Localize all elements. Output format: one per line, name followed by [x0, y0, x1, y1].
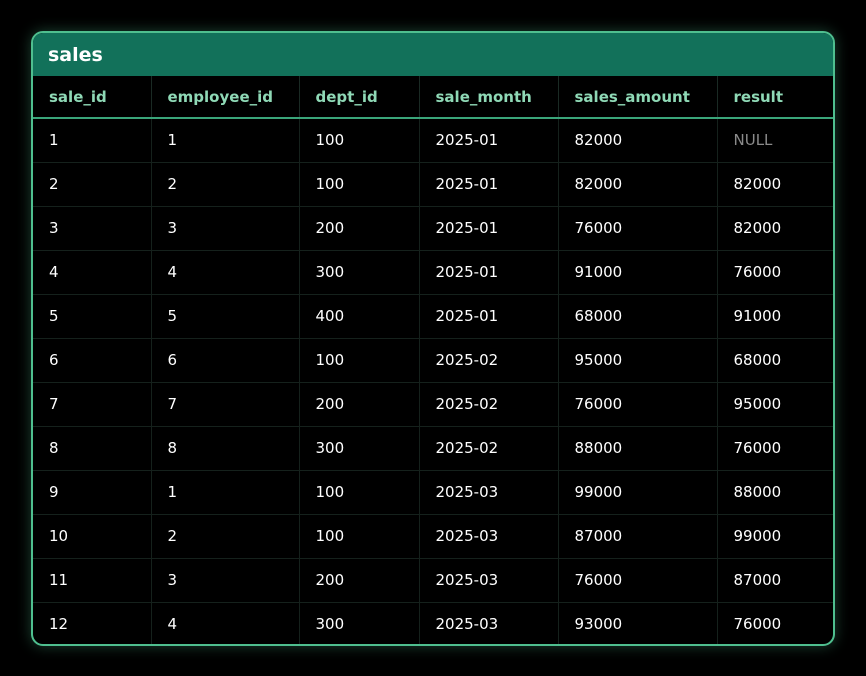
cell-result: 88000 [717, 470, 833, 515]
cell-sale-id: 12 [33, 602, 152, 644]
cell-sales-amount: 76000 [558, 558, 718, 603]
cell-employee-id: 8 [151, 426, 300, 471]
cell-dept-id: 100 [299, 118, 420, 163]
cell-employee-id: 7 [151, 382, 300, 427]
cell-sale-id: 7 [33, 382, 152, 427]
cell-employee-id: 1 [151, 118, 300, 163]
cell-sale-id: 8 [33, 426, 152, 471]
cell-sale-month: 2025-01 [419, 294, 559, 339]
cell-sale-id: 4 [33, 250, 152, 295]
cell-result: 95000 [717, 382, 833, 427]
table-row[interactable]: 10 2 100 2025-03 87000 99000 [33, 514, 833, 559]
cell-sale-month: 2025-01 [419, 206, 559, 251]
cell-result: 82000 [717, 162, 833, 207]
cell-sale-month: 2025-03 [419, 514, 559, 559]
table-row[interactable]: 11 3 200 2025-03 76000 87000 [33, 558, 833, 603]
cell-dept-id: 100 [299, 338, 420, 383]
cell-employee-id: 4 [151, 602, 300, 644]
cell-sales-amount: 93000 [558, 602, 718, 644]
column-header-sale-month[interactable]: sale_month [419, 76, 559, 119]
cell-sale-month: 2025-01 [419, 162, 559, 207]
cell-result: 76000 [717, 250, 833, 295]
cell-dept-id: 200 [299, 382, 420, 427]
table-row[interactable]: 7 7 200 2025-02 76000 95000 [33, 382, 833, 427]
column-header-employee-id[interactable]: employee_id [151, 76, 300, 119]
cell-employee-id: 6 [151, 338, 300, 383]
cell-sale-month: 2025-01 [419, 250, 559, 295]
cell-sale-id: 2 [33, 162, 152, 207]
cell-sale-month: 2025-03 [419, 470, 559, 515]
cell-employee-id: 2 [151, 514, 300, 559]
cell-sales-amount: 68000 [558, 294, 718, 339]
cell-result: 76000 [717, 426, 833, 471]
cell-result: 87000 [717, 558, 833, 603]
cell-employee-id: 3 [151, 206, 300, 251]
table-row[interactable]: 1 1 100 2025-01 82000 NULL [33, 118, 833, 163]
column-header-dept-id[interactable]: dept_id [299, 76, 420, 119]
cell-result: 99000 [717, 514, 833, 559]
table-title: sales [48, 43, 103, 66]
cell-result: 82000 [717, 206, 833, 251]
header-row: sale_id employee_id dept_id sale_month s… [33, 76, 833, 119]
table-row[interactable]: 9 1 100 2025-03 99000 88000 [33, 470, 833, 515]
cell-sale-id: 1 [33, 118, 152, 163]
cell-sales-amount: 76000 [558, 206, 718, 251]
cell-employee-id: 3 [151, 558, 300, 603]
cell-sales-amount: 82000 [558, 118, 718, 163]
cell-sale-month: 2025-02 [419, 382, 559, 427]
cell-employee-id: 4 [151, 250, 300, 295]
cell-sales-amount: 91000 [558, 250, 718, 295]
cell-sales-amount: 87000 [558, 514, 718, 559]
cell-dept-id: 300 [299, 426, 420, 471]
column-header-result[interactable]: result [717, 76, 833, 119]
table-row[interactable]: 3 3 200 2025-01 76000 82000 [33, 206, 833, 251]
cell-employee-id: 2 [151, 162, 300, 207]
column-header-sales-amount[interactable]: sales_amount [558, 76, 718, 119]
cell-sales-amount: 88000 [558, 426, 718, 471]
cell-dept-id: 300 [299, 602, 420, 644]
cell-dept-id: 100 [299, 514, 420, 559]
cell-sale-month: 2025-01 [419, 118, 559, 163]
cell-dept-id: 100 [299, 162, 420, 207]
cell-dept-id: 200 [299, 558, 420, 603]
sales-table: sale_id employee_id dept_id sale_month s… [33, 76, 833, 644]
cell-sale-id: 11 [33, 558, 152, 603]
cell-dept-id: 100 [299, 470, 420, 515]
cell-sales-amount: 99000 [558, 470, 718, 515]
cell-sales-amount: 82000 [558, 162, 718, 207]
cell-sales-amount: 95000 [558, 338, 718, 383]
sales-table-card: sales sale_id employee_id dept_id sale_m… [31, 31, 835, 646]
cell-sale-id: 9 [33, 470, 152, 515]
cell-result: 68000 [717, 338, 833, 383]
table-body: 1 1 100 2025-01 82000 NULL 2 2 100 2025-01 82000 82… [33, 118, 833, 644]
cell-sale-month: 2025-02 [419, 426, 559, 471]
cell-dept-id: 200 [299, 206, 420, 251]
column-header-sale-id[interactable]: sale_id [33, 76, 152, 119]
cell-sale-id: 5 [33, 294, 152, 339]
cell-result: 76000 [733, 615, 782, 634]
table-title-bar: sales [33, 33, 833, 76]
cell-employee-id: 1 [151, 470, 300, 515]
cell-sale-id: 6 [33, 338, 152, 383]
cell-sale-month: 2025-03 [419, 558, 559, 603]
table-row[interactable]: 6 6 100 2025-02 95000 68000 [33, 338, 833, 383]
cell-dept-id: 400 [299, 294, 420, 339]
table-row[interactable]: 12 4 300 2025-03 93000 76000 [33, 602, 833, 644]
table-row[interactable]: 4 4 300 2025-01 91000 76000 [33, 250, 833, 295]
cell-sale-id: 3 [33, 206, 152, 251]
table-row[interactable]: 5 5 400 2025-01 68000 91000 [33, 294, 833, 339]
cell-sale-month: 2025-02 [419, 338, 559, 383]
cell-result: 91000 [717, 294, 833, 339]
cell-employee-id: 5 [151, 294, 300, 339]
cell-result: NULL [717, 118, 833, 163]
cell-sale-month: 2025-03 [419, 602, 559, 644]
cell-dept-id: 300 [299, 250, 420, 295]
table-row[interactable]: 8 8 300 2025-02 88000 76000 [33, 426, 833, 471]
table-row[interactable]: 2 2 100 2025-01 82000 82000 [33, 162, 833, 207]
cell-sale-id: 10 [33, 514, 152, 559]
cell-sales-amount: 76000 [558, 382, 718, 427]
